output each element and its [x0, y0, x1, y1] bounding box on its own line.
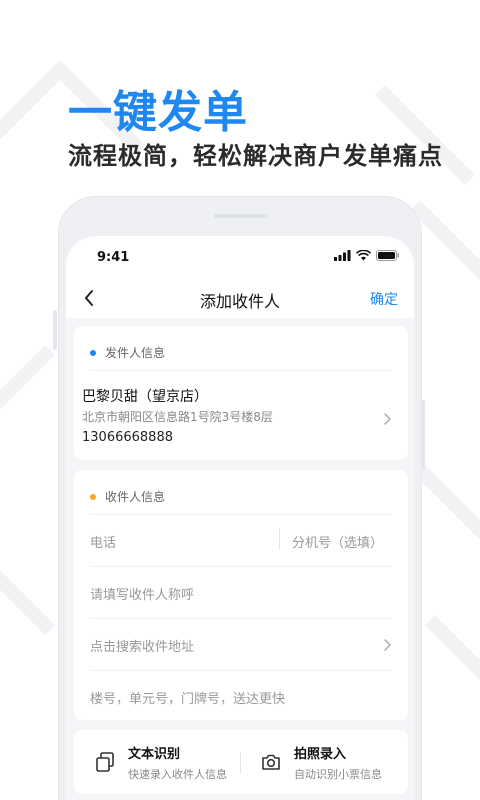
camera-icon [262, 754, 280, 770]
promo-subline: 流程极简，轻松解决商户发单痛点 [68, 142, 443, 170]
status-time: 9:41 [97, 250, 130, 265]
promo-headline: 一键发单 [68, 87, 248, 138]
phone-speaker [214, 214, 268, 218]
chevron-right-icon [384, 413, 391, 425]
photo-input-button[interactable]: 拍照录入 自动识别小票信息 [260, 730, 382, 794]
photo-input-desc: 自动识别小票信息 [294, 767, 382, 781]
address-detail-field[interactable]: 楼号，单元号，门牌号，送达更快 [90, 688, 285, 707]
status-bar: 9:41 [66, 236, 414, 278]
tool-separator [240, 752, 241, 774]
text-recognition-button[interactable]: 文本识别 快速录入收件人信息 [94, 730, 227, 794]
wifi-icon [356, 250, 371, 261]
sender-name: 巴黎贝甜（望京店） [82, 389, 208, 405]
receiver-dot [90, 493, 96, 500]
divider [90, 670, 392, 671]
copy-text-icon [96, 752, 114, 772]
confirm-button[interactable]: 确定 [370, 289, 398, 309]
text-recognition-desc: 快速录入收件人信息 [128, 767, 227, 781]
phone-side-button-right [421, 400, 425, 470]
text-recognition-texts: 文本识别 快速录入收件人信息 [128, 743, 227, 782]
navigation-bar: 添加收件人 确定 [66, 278, 414, 318]
chevron-right-icon [384, 639, 391, 651]
photo-input-title: 拍照录入 [294, 746, 347, 762]
signal-icon [334, 250, 351, 261]
phone-field[interactable]: 电话 [90, 532, 116, 551]
sender-dot [90, 349, 96, 356]
photo-input-texts: 拍照录入 自动识别小票信息 [294, 743, 382, 782]
receiver-card: 收件人信息 电话 分机号（选填） 请填写收件人称呼 点击搜索收件地址 楼号，单元… [74, 470, 408, 720]
divider [90, 566, 392, 567]
quick-input-card: 文本识别 快速录入收件人信息 拍照录入 自动识别小票信息 [74, 730, 408, 794]
divider [90, 618, 392, 619]
divider [90, 370, 392, 371]
address-search-field[interactable]: 点击搜索收件地址 [90, 636, 194, 655]
extension-field[interactable]: 分机号（选填） [292, 532, 383, 551]
receiver-section-label: 收件人信息 [105, 490, 166, 504]
divider [90, 514, 392, 515]
page-title: 添加收件人 [199, 292, 280, 311]
recipient-name-field[interactable]: 请填写收件人称呼 [90, 584, 194, 603]
sender-phone: 13066668888 [82, 430, 173, 445]
phone-screen: 9:41 添加收件人 确定 发件人信息 巴黎贝甜（望京店） 北京市朝阳区信息路1… [66, 236, 414, 800]
field-separator [279, 528, 280, 550]
sender-address: 北京市朝阳区信息路1号院3号楼8层 [82, 410, 273, 424]
text-recognition-title: 文本识别 [128, 746, 181, 762]
status-icons [334, 250, 400, 261]
phone-side-button-left [53, 310, 57, 350]
receiver-section-header: 收件人信息 [90, 488, 165, 505]
sender-section-label: 发件人信息 [105, 346, 166, 360]
battery-icon [376, 250, 399, 261]
sender-section-header: 发件人信息 [90, 344, 165, 361]
